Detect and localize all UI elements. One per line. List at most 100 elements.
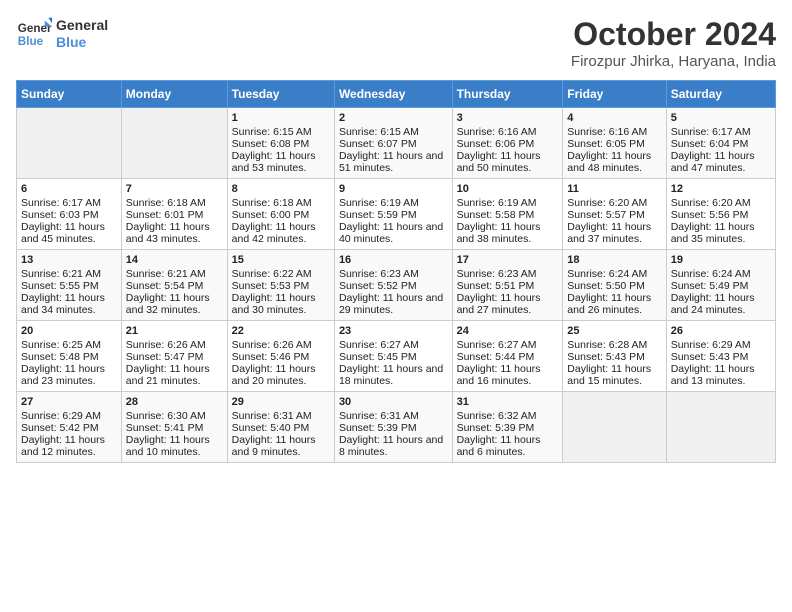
- cell-info: Sunset: 5:57 PM: [567, 209, 661, 221]
- cell-info: Sunset: 5:59 PM: [339, 209, 448, 221]
- cell-info: Daylight: 11 hours and 51 minutes.: [339, 150, 448, 174]
- cell-info: Sunrise: 6:25 AM: [21, 339, 117, 351]
- calendar-cell: 1Sunrise: 6:15 AMSunset: 6:08 PMDaylight…: [227, 108, 334, 179]
- page-subtitle: Firozpur Jhirka, Haryana, India: [571, 53, 776, 70]
- day-number: 23: [339, 325, 448, 337]
- cell-info: Sunset: 5:50 PM: [567, 280, 661, 292]
- calendar-cell: 26Sunrise: 6:29 AMSunset: 5:43 PMDayligh…: [666, 321, 775, 392]
- cell-info: Daylight: 11 hours and 48 minutes.: [567, 150, 661, 174]
- calendar-cell: 2Sunrise: 6:15 AMSunset: 6:07 PMDaylight…: [334, 108, 452, 179]
- calendar-cell: 8Sunrise: 6:18 AMSunset: 6:00 PMDaylight…: [227, 179, 334, 250]
- cell-info: Daylight: 11 hours and 23 minutes.: [21, 363, 117, 387]
- calendar-cell: 22Sunrise: 6:26 AMSunset: 5:46 PMDayligh…: [227, 321, 334, 392]
- calendar-cell: 5Sunrise: 6:17 AMSunset: 6:04 PMDaylight…: [666, 108, 775, 179]
- cell-info: Sunrise: 6:27 AM: [339, 339, 448, 351]
- calendar-cell: 27Sunrise: 6:29 AMSunset: 5:42 PMDayligh…: [17, 392, 122, 463]
- logo-line1: General: [56, 17, 108, 33]
- cell-info: Sunrise: 6:17 AM: [21, 197, 117, 209]
- cell-info: Sunset: 5:47 PM: [126, 351, 223, 363]
- cell-info: Daylight: 11 hours and 8 minutes.: [339, 434, 448, 458]
- calendar-cell: 24Sunrise: 6:27 AMSunset: 5:44 PMDayligh…: [452, 321, 563, 392]
- day-number: 4: [567, 112, 661, 124]
- cell-info: Sunrise: 6:27 AM: [457, 339, 559, 351]
- cell-info: Daylight: 11 hours and 42 minutes.: [232, 221, 330, 245]
- cell-info: Daylight: 11 hours and 38 minutes.: [457, 221, 559, 245]
- day-number: 22: [232, 325, 330, 337]
- cell-info: Sunset: 5:56 PM: [671, 209, 771, 221]
- day-number: 16: [339, 254, 448, 266]
- day-number: 29: [232, 396, 330, 408]
- cell-info: Sunset: 6:06 PM: [457, 138, 559, 150]
- calendar-cell: 9Sunrise: 6:19 AMSunset: 5:59 PMDaylight…: [334, 179, 452, 250]
- cell-info: Sunrise: 6:17 AM: [671, 126, 771, 138]
- week-row-1: 1Sunrise: 6:15 AMSunset: 6:08 PMDaylight…: [17, 108, 776, 179]
- cell-info: Sunset: 5:55 PM: [21, 280, 117, 292]
- cell-info: Sunrise: 6:22 AM: [232, 268, 330, 280]
- day-number: 13: [21, 254, 117, 266]
- cell-info: Sunset: 6:07 PM: [339, 138, 448, 150]
- cell-info: Sunrise: 6:24 AM: [567, 268, 661, 280]
- cell-info: Sunset: 6:08 PM: [232, 138, 330, 150]
- cell-info: Daylight: 11 hours and 9 minutes.: [232, 434, 330, 458]
- calendar-cell: 14Sunrise: 6:21 AMSunset: 5:54 PMDayligh…: [121, 250, 227, 321]
- cell-info: Sunrise: 6:21 AM: [126, 268, 223, 280]
- calendar-cell: 3Sunrise: 6:16 AMSunset: 6:06 PMDaylight…: [452, 108, 563, 179]
- title-section: October 2024 Firozpur Jhirka, Haryana, I…: [571, 16, 776, 70]
- cell-info: Daylight: 11 hours and 43 minutes.: [126, 221, 223, 245]
- cell-info: Daylight: 11 hours and 40 minutes.: [339, 221, 448, 245]
- day-number: 28: [126, 396, 223, 408]
- cell-info: Sunset: 5:42 PM: [21, 422, 117, 434]
- cell-info: Sunrise: 6:30 AM: [126, 410, 223, 422]
- day-number: 21: [126, 325, 223, 337]
- cell-info: Sunset: 5:45 PM: [339, 351, 448, 363]
- calendar-cell: 4Sunrise: 6:16 AMSunset: 6:05 PMDaylight…: [563, 108, 666, 179]
- day-number: 20: [21, 325, 117, 337]
- cell-info: Daylight: 11 hours and 12 minutes.: [21, 434, 117, 458]
- cell-info: Daylight: 11 hours and 15 minutes.: [567, 363, 661, 387]
- logo-icon: General Blue: [16, 16, 52, 52]
- day-number: 15: [232, 254, 330, 266]
- calendar-cell: [666, 392, 775, 463]
- day-number: 19: [671, 254, 771, 266]
- day-header-tuesday: Tuesday: [227, 81, 334, 108]
- cell-info: Sunrise: 6:24 AM: [671, 268, 771, 280]
- cell-info: Sunrise: 6:21 AM: [21, 268, 117, 280]
- cell-info: Daylight: 11 hours and 24 minutes.: [671, 292, 771, 316]
- day-number: 31: [457, 396, 559, 408]
- calendar-cell: 13Sunrise: 6:21 AMSunset: 5:55 PMDayligh…: [17, 250, 122, 321]
- cell-info: Daylight: 11 hours and 32 minutes.: [126, 292, 223, 316]
- cell-info: Sunset: 5:51 PM: [457, 280, 559, 292]
- cell-info: Sunrise: 6:16 AM: [567, 126, 661, 138]
- cell-info: Sunrise: 6:28 AM: [567, 339, 661, 351]
- calendar-cell: 10Sunrise: 6:19 AMSunset: 5:58 PMDayligh…: [452, 179, 563, 250]
- cell-info: Daylight: 11 hours and 50 minutes.: [457, 150, 559, 174]
- cell-info: Sunrise: 6:23 AM: [457, 268, 559, 280]
- calendar-cell: [563, 392, 666, 463]
- cell-info: Sunrise: 6:32 AM: [457, 410, 559, 422]
- calendar-cell: 7Sunrise: 6:18 AMSunset: 6:01 PMDaylight…: [121, 179, 227, 250]
- calendar-cell: 29Sunrise: 6:31 AMSunset: 5:40 PMDayligh…: [227, 392, 334, 463]
- cell-info: Daylight: 11 hours and 29 minutes.: [339, 292, 448, 316]
- calendar-cell: 25Sunrise: 6:28 AMSunset: 5:43 PMDayligh…: [563, 321, 666, 392]
- day-header-wednesday: Wednesday: [334, 81, 452, 108]
- calendar-cell: 19Sunrise: 6:24 AMSunset: 5:49 PMDayligh…: [666, 250, 775, 321]
- svg-text:Blue: Blue: [18, 35, 44, 48]
- day-number: 17: [457, 254, 559, 266]
- cell-info: Sunset: 6:04 PM: [671, 138, 771, 150]
- day-number: 25: [567, 325, 661, 337]
- page-header: General Blue General Blue October 2024 F…: [16, 16, 776, 70]
- day-number: 1: [232, 112, 330, 124]
- cell-info: Daylight: 11 hours and 37 minutes.: [567, 221, 661, 245]
- day-number: 27: [21, 396, 117, 408]
- cell-info: Sunrise: 6:31 AM: [232, 410, 330, 422]
- week-row-2: 6Sunrise: 6:17 AMSunset: 6:03 PMDaylight…: [17, 179, 776, 250]
- calendar-cell: 6Sunrise: 6:17 AMSunset: 6:03 PMDaylight…: [17, 179, 122, 250]
- cell-info: Sunset: 5:41 PM: [126, 422, 223, 434]
- cell-info: Daylight: 11 hours and 10 minutes.: [126, 434, 223, 458]
- cell-info: Sunset: 5:48 PM: [21, 351, 117, 363]
- calendar-cell: 23Sunrise: 6:27 AMSunset: 5:45 PMDayligh…: [334, 321, 452, 392]
- day-number: 18: [567, 254, 661, 266]
- cell-info: Sunset: 5:54 PM: [126, 280, 223, 292]
- cell-info: Sunset: 6:03 PM: [21, 209, 117, 221]
- cell-info: Daylight: 11 hours and 53 minutes.: [232, 150, 330, 174]
